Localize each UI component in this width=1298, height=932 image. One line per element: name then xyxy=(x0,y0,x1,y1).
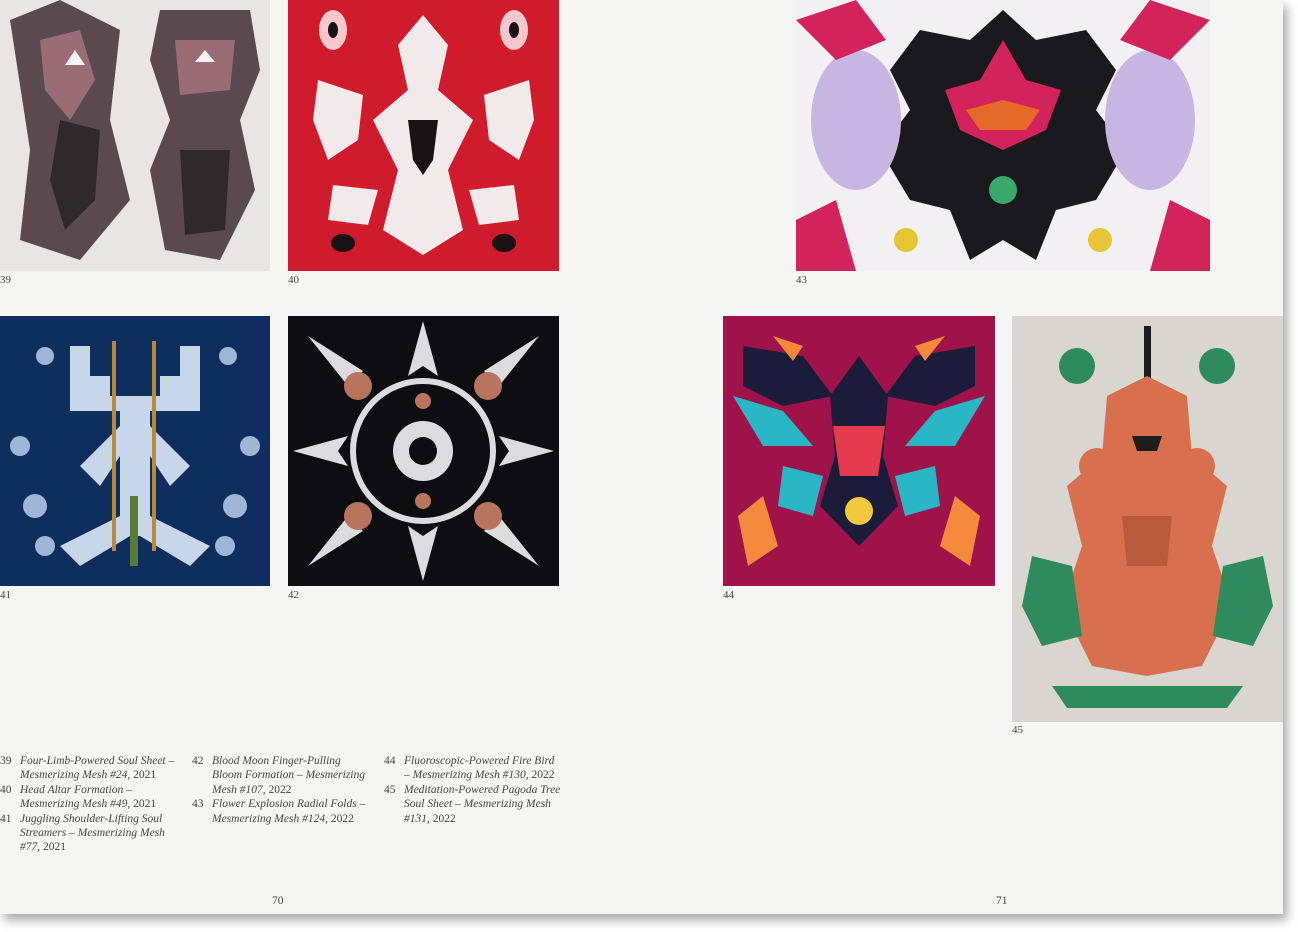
caption-39: 39 Four-Limb-Powered Soul Sheet – Mesmeri… xyxy=(0,754,178,783)
caption-44: 44 Fluoroscopic-Powered Fire Bird – Mesme… xyxy=(384,754,562,783)
plate-number-39: 39 xyxy=(0,274,11,286)
artwork-plate-41 xyxy=(0,316,270,586)
artwork-plate-45 xyxy=(1012,316,1283,722)
plate-number-40: 40 xyxy=(288,274,299,286)
artwork-41-image xyxy=(0,316,270,586)
caption-column-2: 42 Blood Moon Finger-Pulling Bloom Format… xyxy=(192,754,372,826)
caption-year: , 2022 xyxy=(262,783,292,796)
caption-year: , 2022 xyxy=(525,769,555,782)
page-number-right: 71 xyxy=(996,895,1008,907)
artwork-plate-39 xyxy=(0,0,270,271)
artwork-45-image xyxy=(1012,316,1283,722)
caption-number: 39 xyxy=(0,755,12,767)
caption-number: 45 xyxy=(384,783,396,796)
caption-year: , 2021 xyxy=(127,769,157,782)
caption-40: 40 Head Altar Formation – Mesmerizing Mes… xyxy=(0,783,178,812)
artwork-44-image xyxy=(723,316,995,586)
caption-number: 43 xyxy=(192,798,204,811)
artwork-plate-44 xyxy=(723,316,995,586)
caption-year: , 2022 xyxy=(427,812,456,825)
caption-number: 44 xyxy=(384,755,396,767)
page-number-left: 70 xyxy=(272,895,284,907)
caption-year: , 2021 xyxy=(37,841,66,854)
caption-42: 42 Blood Moon Finger-Pulling Bloom Format… xyxy=(192,754,372,797)
plate-number-45: 45 xyxy=(1012,724,1023,736)
artwork-plate-42 xyxy=(288,316,559,586)
caption-number: 42 xyxy=(192,755,204,767)
artwork-39-image xyxy=(0,0,270,271)
caption-number: 40 xyxy=(0,783,12,796)
caption-45: 45 Meditation-Powered Pagoda Tree Soul Sh… xyxy=(384,783,562,826)
caption-number: 41 xyxy=(0,812,12,825)
book-spread: 39 40 41 42 43 44 45 39 Four-Limb-Powere… xyxy=(0,0,1283,914)
caption-year: , 2021 xyxy=(127,798,157,811)
artwork-43-image xyxy=(796,0,1210,271)
artwork-40-image xyxy=(288,0,559,271)
plate-number-43: 43 xyxy=(796,274,807,286)
caption-column-3: 44 Fluoroscopic-Powered Fire Bird – Mesme… xyxy=(384,754,562,826)
plate-number-44: 44 xyxy=(723,589,734,601)
caption-title: Head Altar Formation – Mesmerizing Mesh … xyxy=(20,783,132,811)
artwork-42-image xyxy=(288,316,559,586)
artwork-plate-40 xyxy=(288,0,559,271)
plate-number-41: 41 xyxy=(0,589,11,601)
caption-year: , 2022 xyxy=(325,812,354,825)
caption-column-1: 39 Four-Limb-Powered Soul Sheet – Mesmeri… xyxy=(0,754,178,855)
plate-number-42: 42 xyxy=(288,589,299,601)
caption-43: 43 Flower Explosion Radial Folds – Mesmer… xyxy=(192,797,372,826)
artwork-plate-43 xyxy=(796,0,1210,271)
caption-41: 41 Juggling Shoulder-Lifting Soul Streame… xyxy=(0,812,178,855)
